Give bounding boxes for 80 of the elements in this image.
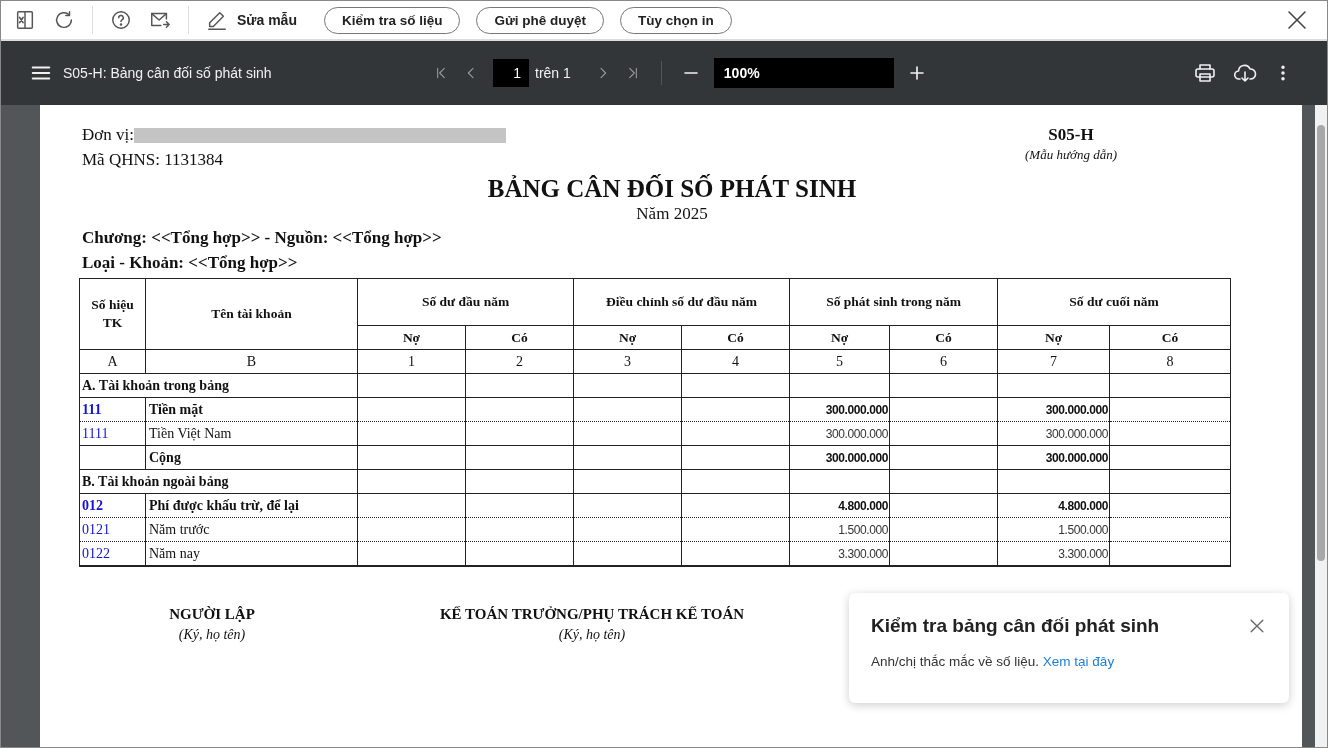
column-header: Có [1109, 325, 1231, 350]
zoom-field[interactable]: 100% [713, 58, 894, 88]
scrollbar[interactable] [1315, 105, 1327, 747]
column-header: Có [889, 325, 998, 350]
column-index: 5 [789, 349, 890, 374]
unit-label: Đơn vị: [82, 125, 134, 145]
account-code[interactable]: 111 [79, 397, 146, 422]
amount-cell: 300.000.000 [997, 421, 1110, 446]
filter-line: Loại - Khoản: <<Tổng hợp>> [82, 252, 299, 274]
account-name: Phí được khấu trừ, để lại [145, 493, 358, 518]
section-heading: B. Tài khoản ngoài bảng [79, 469, 358, 494]
page-number-field[interactable]: 1 [493, 59, 529, 87]
account-name: Năm nay [145, 541, 358, 566]
account-code[interactable]: 012 [79, 493, 146, 518]
amount-cell: 1.500.000 [997, 517, 1110, 542]
form-code: S05-H [1047, 124, 1095, 146]
column-index: 6 [889, 349, 998, 374]
column-index: 4 [681, 349, 790, 374]
column-header: Số phát sinh trong năm [789, 278, 998, 326]
budget-code: Mã QHNS: 1131384 [82, 149, 225, 171]
amount-cell: 300.000.000 [997, 445, 1110, 470]
column-index: 8 [1109, 349, 1231, 374]
column-header: Tên tài khoản [145, 278, 358, 350]
pencil-icon [206, 9, 228, 31]
signature-note: (Ký, họ tên) [557, 626, 627, 644]
help-icon[interactable] [110, 9, 132, 31]
column-index: A [79, 349, 146, 374]
notification-message: Anh/chị thắc mắc về số liệu. Xem tại đây [871, 654, 1116, 669]
account-name: Cộng [145, 445, 358, 470]
account-name: Tiền mặt [145, 397, 358, 422]
column-header: Số dư cuối năm [997, 278, 1231, 326]
amount-cell: 3.300.000 [789, 541, 890, 566]
signature-role: KẾ TOÁN TRƯỞNG/PHỤ TRÁCH KẾ TOÁN [438, 605, 746, 624]
amount-cell: 300.000.000 [789, 445, 890, 470]
column-header: Điều chỉnh số dư đầu năm [573, 278, 790, 326]
column-header: Nợ [573, 325, 682, 350]
column-header: Nợ [997, 325, 1110, 350]
column-index: 7 [997, 349, 1110, 374]
amount-cell: 300.000.000 [997, 397, 1110, 422]
amount-cell: 1.500.000 [789, 517, 890, 542]
account-code[interactable]: 1111 [79, 421, 146, 446]
amount-cell: 3.300.000 [997, 541, 1110, 566]
column-header: Có [681, 325, 790, 350]
spreadsheet-icon[interactable] [14, 9, 36, 31]
account-code[interactable]: 0122 [79, 541, 146, 566]
toolbar-button[interactable]: Kiểm tra số liệu [323, 6, 461, 34]
signature-role: NGƯỜI LẬP [168, 605, 256, 624]
view-here-link[interactable]: Xem tại đây [1042, 654, 1115, 669]
account-name: Năm trước [145, 517, 358, 542]
notification-title: Kiểm tra bảng cân đối phát sinh [871, 615, 1160, 637]
amount-cell: 4.800.000 [997, 493, 1110, 518]
report-title: BẢNG CÂN ĐỐI SỐ PHÁT SINH [486, 175, 858, 203]
account-code[interactable]: 0121 [79, 517, 146, 542]
edit-template-button[interactable]: Sửa mẫu [206, 9, 297, 31]
page-count: trên 1 [535, 65, 571, 81]
toolbar-button[interactable]: Gửi phê duyệt [476, 6, 605, 34]
column-header: Số dư đầu năm [357, 278, 574, 326]
column-header: Nợ [357, 325, 466, 350]
column-index: 3 [573, 349, 682, 374]
print-icon[interactable] [1193, 61, 1217, 85]
column-header: Số hiệu TK [79, 278, 146, 350]
toolbar-button[interactable]: Tùy chọn in [620, 6, 732, 34]
amount-cell: 4.800.000 [789, 493, 890, 518]
column-header: Có [465, 325, 574, 350]
form-note: (Mẫu hướng dẫn) [1024, 147, 1118, 163]
section-heading: A. Tài khoản trong bảng [79, 373, 358, 398]
amount-cell: 300.000.000 [789, 397, 890, 422]
column-index: B [145, 349, 358, 374]
close-icon[interactable] [1285, 8, 1309, 32]
account-name: Tiền Việt Nam [145, 421, 358, 446]
report-year: Năm 2025 [635, 203, 709, 225]
signature-note: (Ký, họ tên) [177, 626, 247, 644]
filter-line: Chương: <<Tổng hợp>> - Nguồn: <<Tổng hợp>> [82, 227, 443, 249]
zoom-in-icon[interactable] [907, 64, 926, 82]
refresh-icon[interactable] [53, 9, 75, 31]
column-index: 2 [465, 349, 574, 374]
amount-cell: 300.000.000 [789, 421, 890, 446]
column-index: 1 [357, 349, 466, 374]
document-title: S05-H: Bảng cân đối số phát sinh [63, 65, 272, 81]
column-header: Nợ [789, 325, 890, 350]
